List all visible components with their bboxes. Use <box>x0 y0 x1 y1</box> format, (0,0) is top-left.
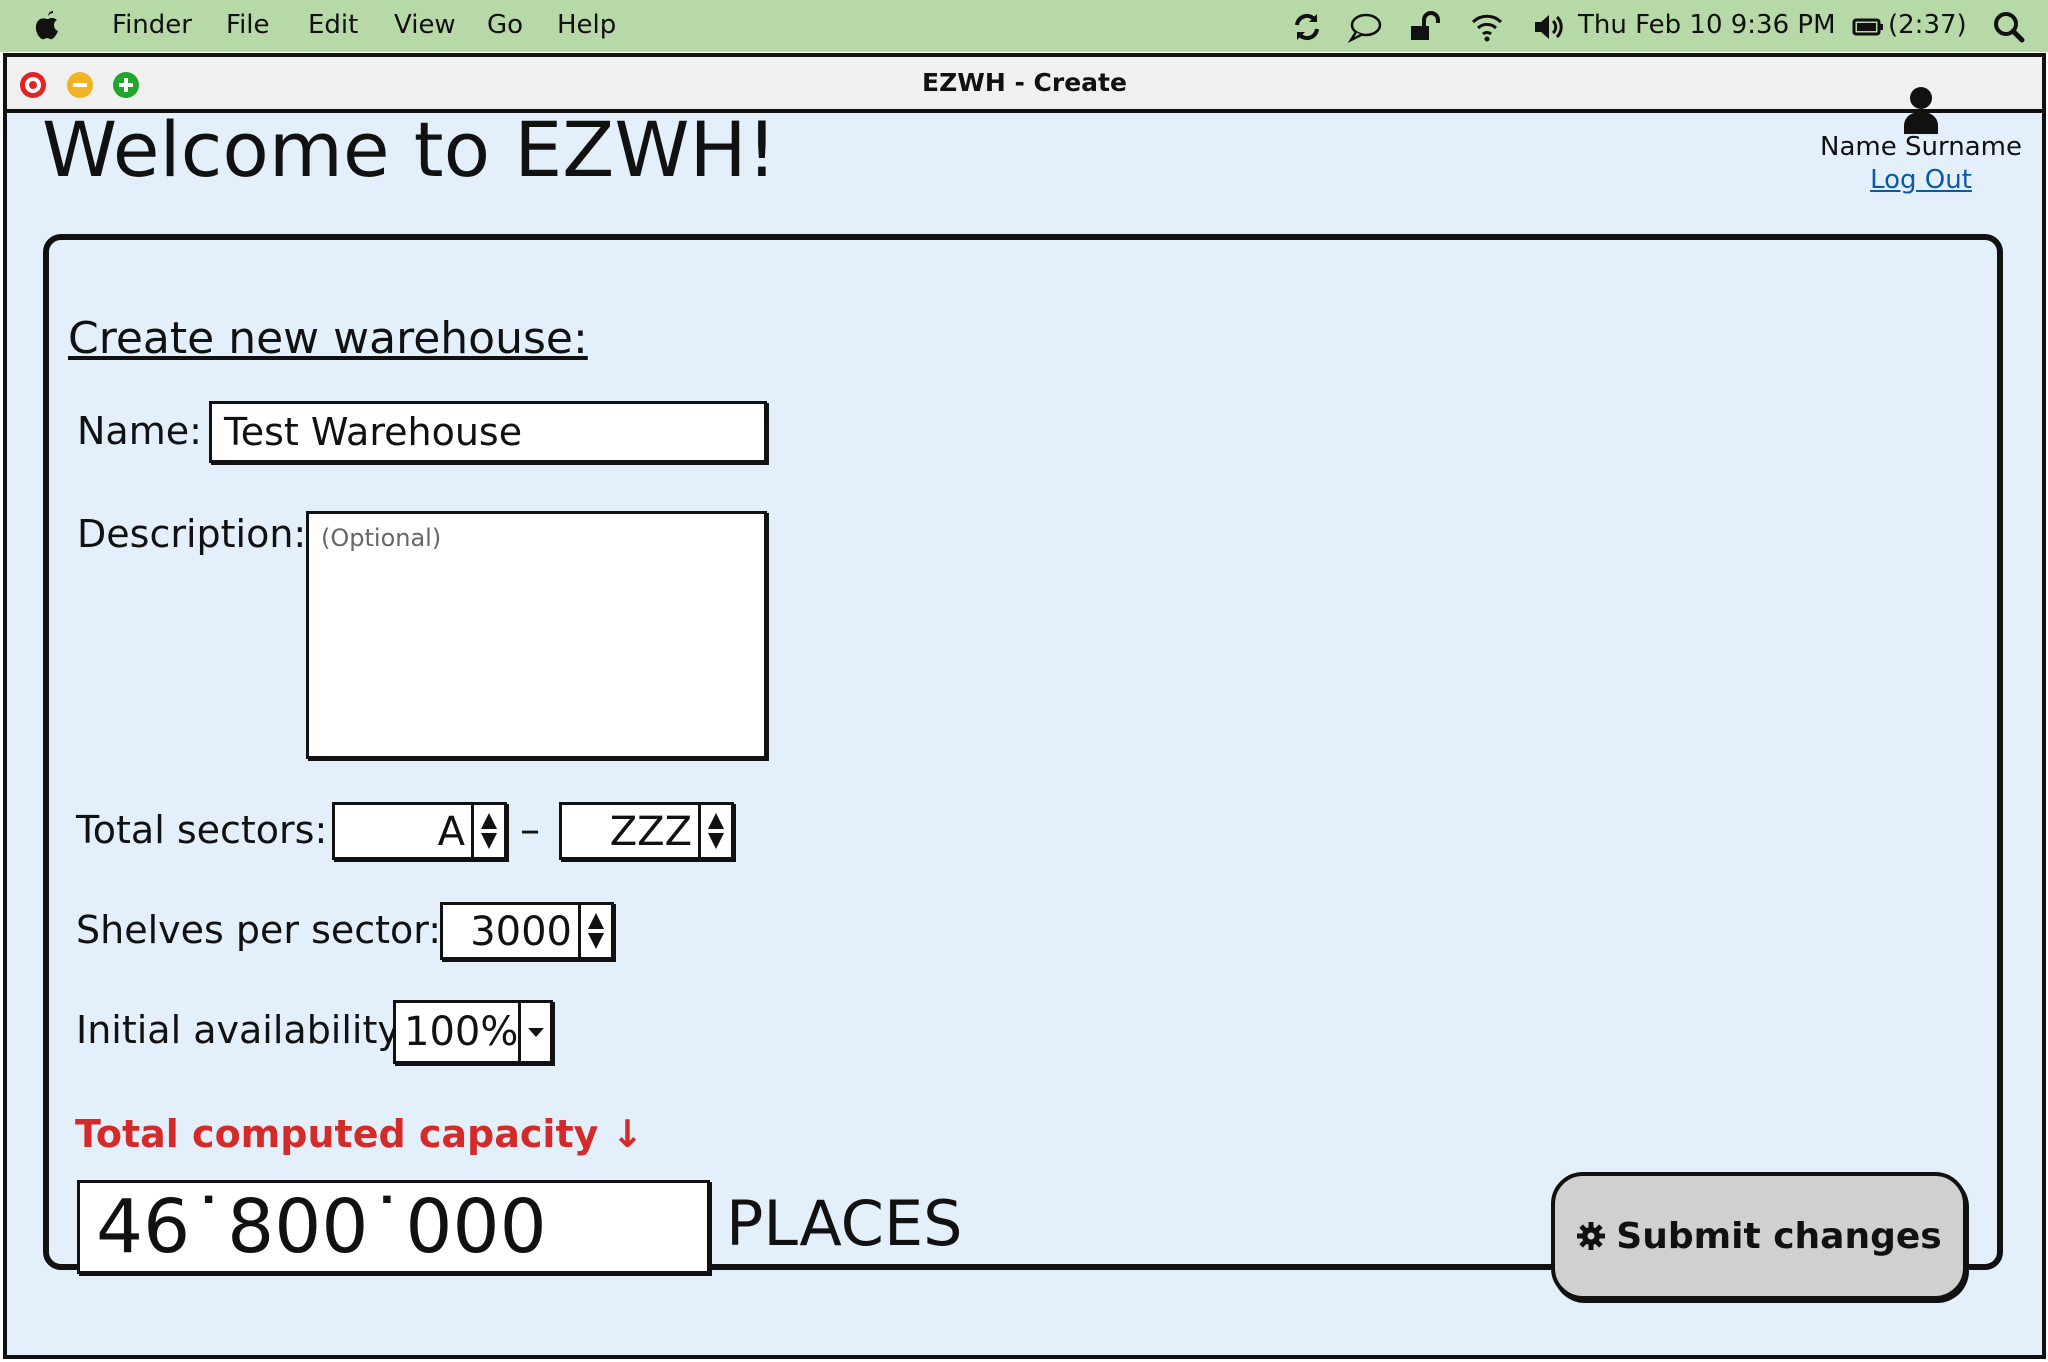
capacity-unit: PLACES <box>726 1187 963 1260</box>
clock[interactable]: Thu Feb 10 9:36 PM <box>1578 8 1836 42</box>
sync-icon[interactable] <box>1290 10 1324 44</box>
chat-icon[interactable] <box>1348 10 1382 44</box>
menu-go[interactable]: Go <box>487 8 523 42</box>
availability-select[interactable]: 100% <box>393 1000 553 1064</box>
description-textarea[interactable]: (Optional) <box>306 511 767 759</box>
shelves-value: 3000 <box>470 909 572 955</box>
menu-view[interactable]: View <box>394 8 456 42</box>
menu-bar: Finder File Edit View Go Help Thu Feb 10… <box>0 0 2048 52</box>
shelves-spin-icon[interactable] <box>578 905 611 957</box>
gear-icon <box>1577 1222 1606 1250</box>
form-heading: Create new warehouse: <box>68 313 588 364</box>
name-label: Name: <box>77 409 202 453</box>
sector-to-spin-icon[interactable] <box>698 805 731 857</box>
sector-to-stepper[interactable]: ZZZ <box>559 802 734 860</box>
shelves-label: Shelves per sector: <box>76 908 442 952</box>
search-icon[interactable] <box>1992 10 2026 44</box>
welcome-heading: Welcome to EZWH! <box>42 105 778 194</box>
battery-icon[interactable] <box>1852 10 1884 44</box>
chevron-down-icon[interactable] <box>518 1003 550 1061</box>
sector-from-spin-icon[interactable] <box>471 805 504 857</box>
availability-label: Initial availability: <box>76 1008 410 1052</box>
sectors-label: Total sectors: <box>76 808 328 852</box>
wifi-icon[interactable] <box>1470 10 1504 44</box>
submit-changes-button[interactable]: Submit changes <box>1551 1172 1967 1300</box>
capacity-label: Total computed capacity ↓ <box>75 1112 644 1156</box>
sector-from-value: A <box>437 809 465 855</box>
sector-to-value: ZZZ <box>609 809 692 855</box>
capacity-output: 46˙800˙000 <box>77 1180 710 1274</box>
description-label: Description: <box>77 512 307 556</box>
menu-edit[interactable]: Edit <box>308 8 358 42</box>
volume-icon[interactable] <box>1532 10 1566 44</box>
battery-time: (2:37) <box>1888 10 1967 40</box>
menu-file[interactable]: File <box>226 8 270 42</box>
lock-open-icon[interactable] <box>1408 10 1442 44</box>
menu-help[interactable]: Help <box>557 8 616 42</box>
name-input[interactable]: Test Warehouse <box>209 401 767 463</box>
sector-separator: – <box>520 807 540 853</box>
logout-link[interactable]: Log Out <box>1815 161 2027 199</box>
availability-value: 100% <box>404 1009 519 1055</box>
menu-finder[interactable]: Finder <box>112 8 192 42</box>
apple-icon[interactable] <box>30 8 64 44</box>
shelves-stepper[interactable]: 3000 <box>440 902 614 960</box>
window-title: EZWH - Create <box>922 68 1127 97</box>
submit-label: Submit changes <box>1616 1215 1942 1257</box>
sector-from-stepper[interactable]: A <box>332 802 507 860</box>
